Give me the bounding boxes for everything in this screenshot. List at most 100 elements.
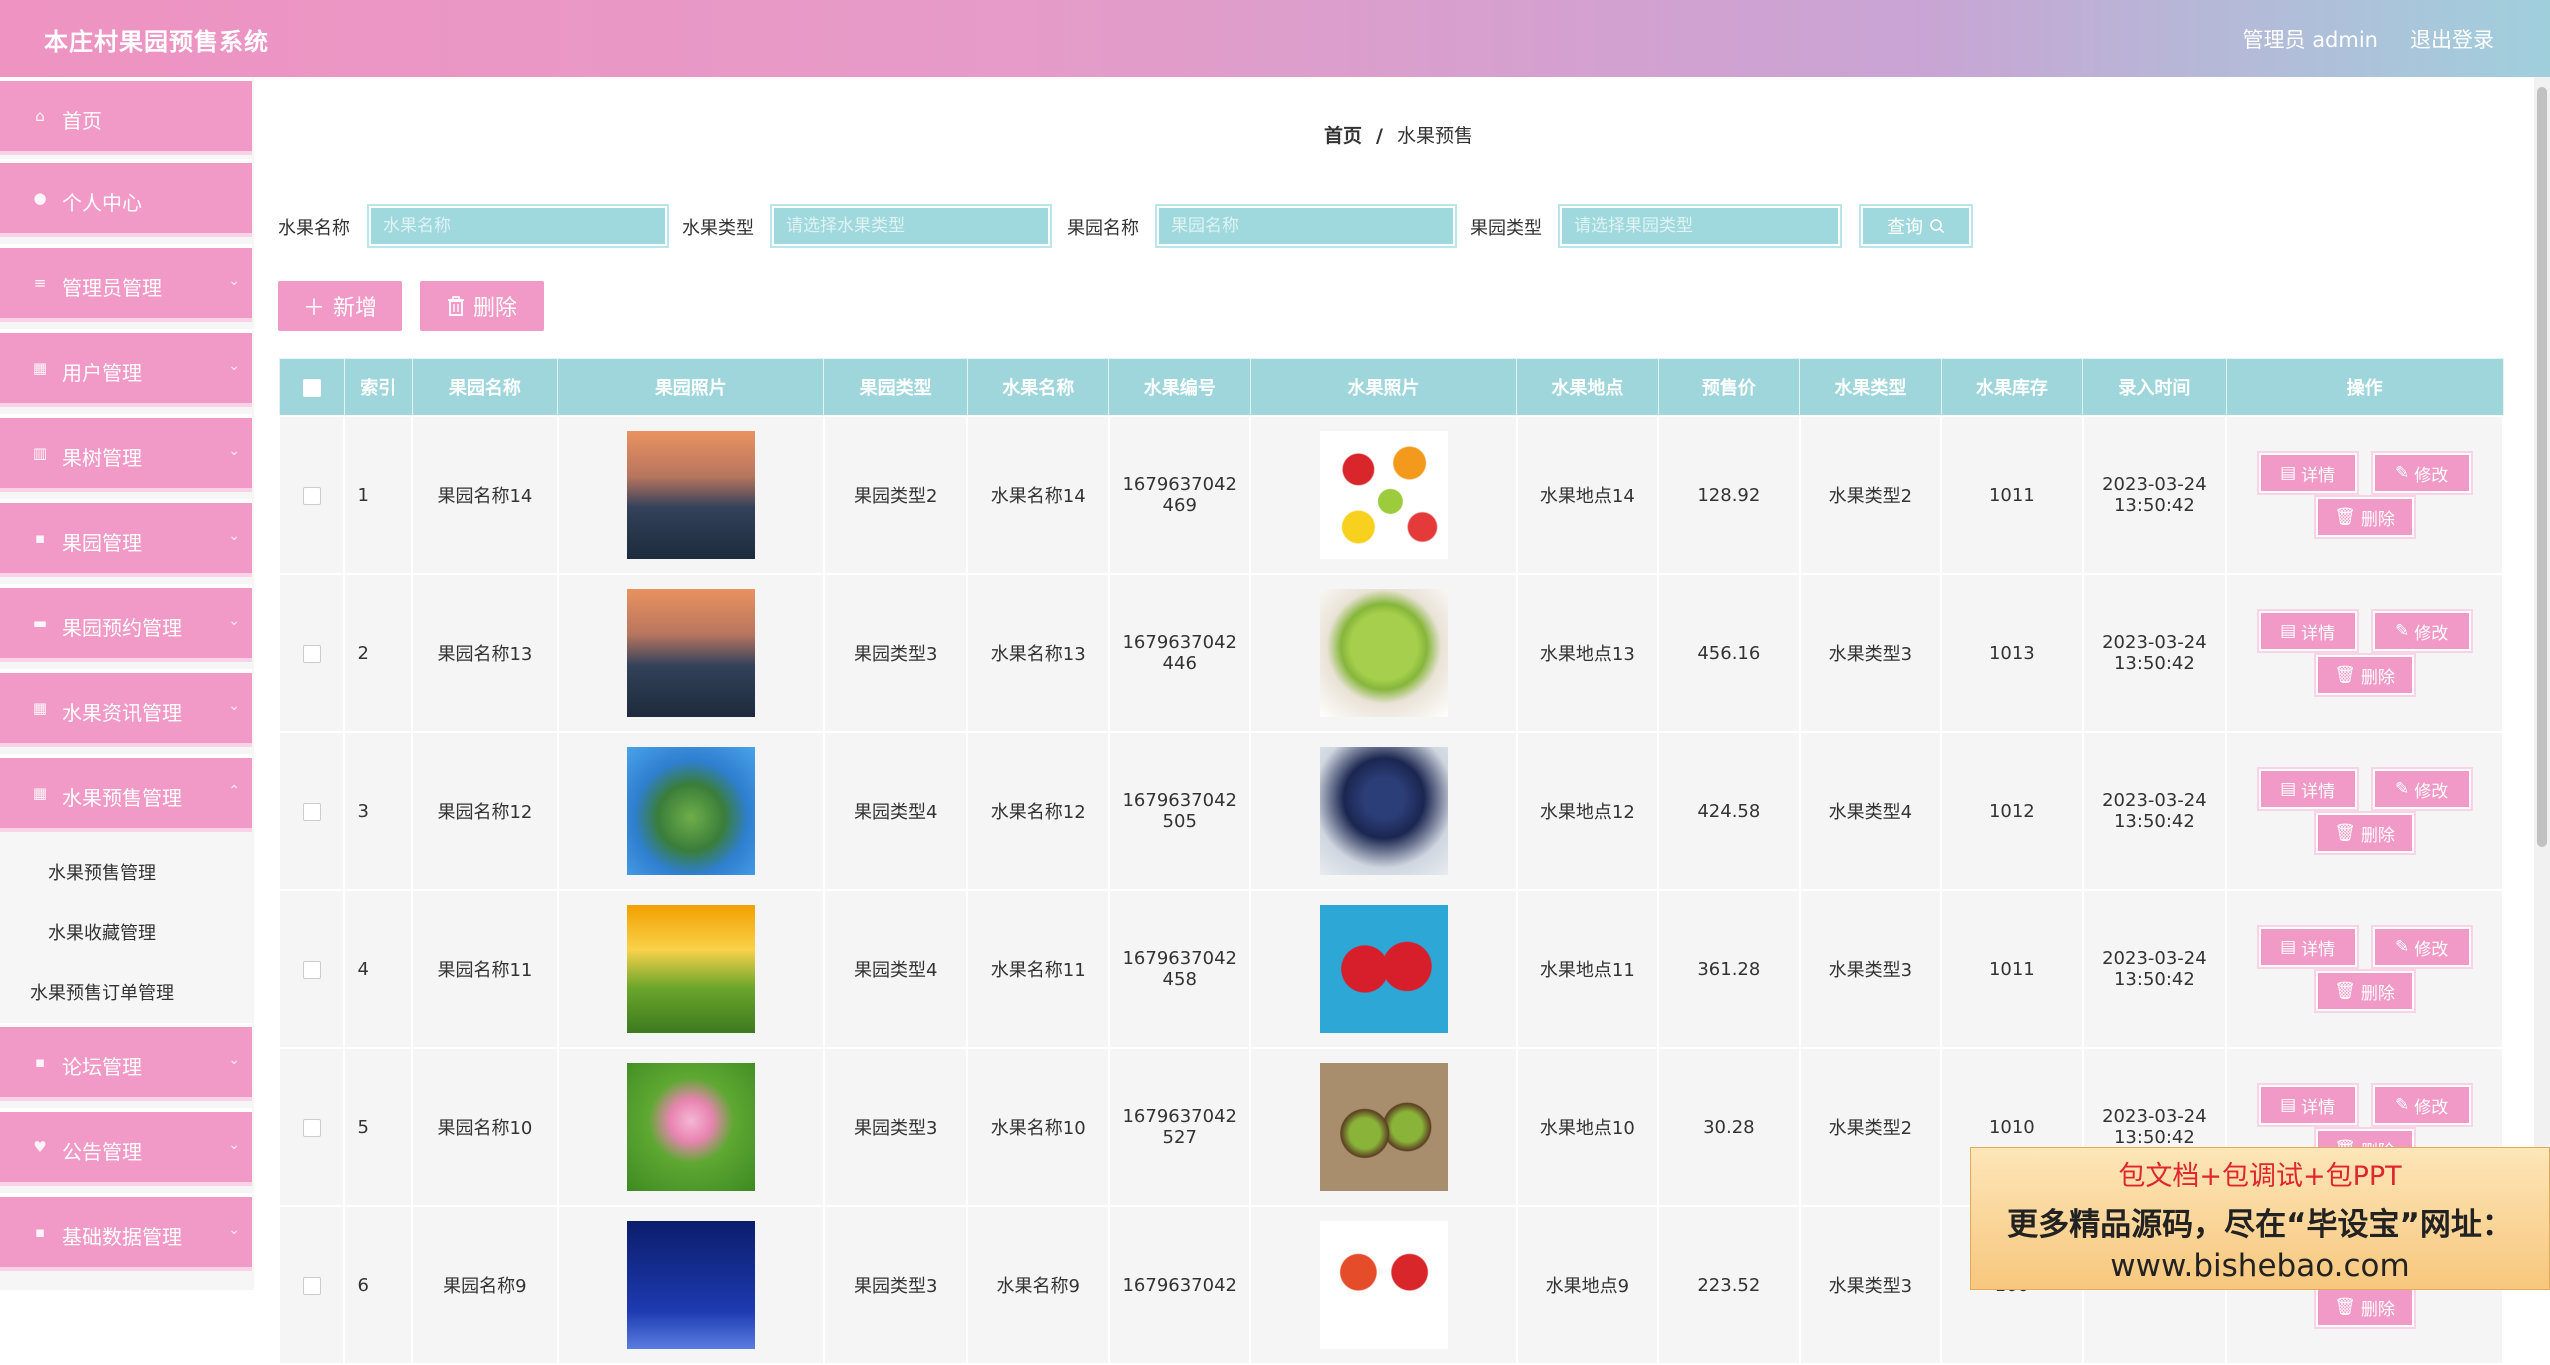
detail-label: 详情 bbox=[2301, 781, 2336, 802]
breadcrumb-home[interactable]: 首页 bbox=[1324, 125, 1362, 147]
orchard-name-cell: 果园名称9 bbox=[411, 1205, 559, 1365]
fruit-photo-cell bbox=[1249, 573, 1518, 733]
sidebar-item-admin-management[interactable]: ≡ 管理员管理 ⌄ bbox=[0, 244, 252, 322]
delete-button[interactable]: 🗑删除 bbox=[2313, 969, 2416, 1013]
fruit-name-input[interactable] bbox=[367, 204, 669, 248]
orchard-photo-cell bbox=[556, 573, 825, 733]
sidebar-item-forum[interactable]: ▪ 论坛管理 ⌄ bbox=[0, 1023, 252, 1101]
fruit-type-select[interactable] bbox=[770, 204, 1052, 248]
fruit-photo[interactable] bbox=[1319, 1221, 1448, 1349]
vertical-scrollbar[interactable] bbox=[2534, 77, 2550, 1290]
detail-button[interactable]: ▤详情 bbox=[2256, 451, 2359, 495]
edit-button[interactable]: ✎修改 bbox=[2370, 1083, 2473, 1127]
orchard-photo[interactable] bbox=[626, 905, 755, 1033]
detail-button[interactable]: ▤详情 bbox=[2256, 609, 2359, 653]
grid-icon: ▦ bbox=[32, 784, 48, 802]
orchard-name-input[interactable] bbox=[1155, 204, 1457, 248]
fruit-photo[interactable] bbox=[1319, 747, 1448, 875]
query-button[interactable]: 查询 bbox=[1859, 204, 1973, 248]
row-checkbox[interactable] bbox=[302, 486, 321, 505]
sidebar-item-label: 首页 bbox=[62, 109, 102, 133]
detail-label: 详情 bbox=[2301, 939, 2336, 960]
row-checkbox[interactable] bbox=[302, 1276, 321, 1295]
row-checkbox[interactable] bbox=[302, 802, 321, 821]
row-select-cell[interactable] bbox=[277, 573, 346, 733]
fruit-code-cell: 1679637042 446 bbox=[1107, 573, 1252, 733]
orchard-photo-cell bbox=[556, 889, 825, 1049]
row-checkbox[interactable] bbox=[302, 1118, 321, 1137]
entry-time: 13:50:42 bbox=[2113, 495, 2195, 516]
fruit-code-line2: 446 bbox=[1162, 653, 1197, 674]
orchard-photo[interactable] bbox=[626, 1221, 755, 1349]
delete-button[interactable]: 🗑删除 bbox=[2313, 653, 2416, 697]
delete-button[interactable]: 🗑删除 bbox=[2313, 811, 2416, 855]
fruit-type-cell: 水果类型4 bbox=[1798, 731, 1943, 891]
delete-button[interactable]: 🗑删除 bbox=[2313, 1285, 2416, 1329]
detail-button[interactable]: ▤详情 bbox=[2256, 925, 2359, 969]
apps-icon: ▪ bbox=[34, 529, 46, 547]
row-checkbox[interactable] bbox=[302, 960, 321, 979]
edit-button[interactable]: ✎修改 bbox=[2370, 609, 2473, 653]
entry-time: 13:50:42 bbox=[2113, 969, 2195, 990]
column-header: 水果库存 bbox=[1940, 358, 2084, 417]
orchard-type-cell: 果园类型3 bbox=[822, 573, 969, 733]
select-all-checkbox[interactable] bbox=[302, 378, 321, 397]
stock-cell: 1012 bbox=[1940, 731, 2084, 891]
row-select-cell[interactable] bbox=[277, 1205, 346, 1365]
sidebar-item-fruit-presale[interactable]: ▦ 水果预售管理 ⌃ bbox=[0, 754, 252, 832]
sidebar-item-orchard-booking[interactable]: ▬ 果园预约管理 ⌄ bbox=[0, 584, 252, 662]
sidebar-item-orchard-management[interactable]: ▪ 果园管理 ⌄ bbox=[0, 499, 252, 577]
column-header: 操作 bbox=[2225, 358, 2504, 417]
sub-item-presale-orders[interactable]: 水果预售订单管理 bbox=[30, 979, 174, 1005]
orchard-photo[interactable] bbox=[626, 431, 755, 559]
edit-button[interactable]: ✎修改 bbox=[2370, 925, 2473, 969]
fruit-photo[interactable] bbox=[1319, 431, 1448, 559]
sidebar-item-home[interactable]: ⌂ 首页 bbox=[0, 77, 252, 155]
edit-button[interactable]: ✎修改 bbox=[2370, 451, 2473, 495]
scrollbar-thumb[interactable] bbox=[2537, 87, 2547, 847]
row-checkbox[interactable] bbox=[302, 644, 321, 663]
fruit-code-line2: 505 bbox=[1162, 811, 1197, 832]
orchard-type-cell: 果园类型4 bbox=[822, 731, 969, 891]
row-select-cell[interactable] bbox=[277, 731, 346, 891]
sidebar-item-user-management[interactable]: ▦ 用户管理 ⌄ bbox=[0, 329, 252, 407]
detail-button[interactable]: ▤详情 bbox=[2256, 767, 2359, 811]
operations-cell: ▤详情✎修改🗑删除 bbox=[2225, 731, 2504, 891]
fruit-photo[interactable] bbox=[1319, 905, 1448, 1033]
sidebar-item-basic-data[interactable]: ▪ 基础数据管理 ⌄ bbox=[0, 1193, 252, 1271]
batch-delete-button[interactable]: 删除 bbox=[420, 281, 544, 331]
orchard-name-cell: 果园名称14 bbox=[411, 415, 559, 575]
trash-icon: 🗑 bbox=[2334, 507, 2356, 527]
sidebar-item-label: 水果预售管理 bbox=[62, 786, 182, 810]
fruit-code-line2: 458 bbox=[1162, 969, 1197, 990]
delete-button[interactable]: 🗑删除 bbox=[2313, 495, 2416, 539]
chevron-down-icon: ⌄ bbox=[228, 443, 240, 459]
trash-icon: 🗑 bbox=[2334, 981, 2356, 1001]
sidebar-item-fruit-tree-management[interactable]: ▥ 果树管理 ⌄ bbox=[0, 414, 252, 492]
fruit-code-line2: 527 bbox=[1162, 1127, 1197, 1148]
sidebar-item-announcement[interactable]: ♥ 公告管理 ⌄ bbox=[0, 1108, 252, 1186]
fruit-code-line1: 1679637042 bbox=[1122, 1274, 1237, 1296]
sub-item-fruit-favorites[interactable]: 水果收藏管理 bbox=[48, 919, 156, 945]
orchard-type-cell: 果园类型4 bbox=[822, 889, 969, 1049]
row-select-cell[interactable] bbox=[277, 889, 346, 1049]
detail-button[interactable]: ▤详情 bbox=[2256, 1083, 2359, 1127]
orchard-type-select[interactable] bbox=[1558, 204, 1842, 248]
grid-icon: ▦ bbox=[32, 359, 48, 377]
fruit-photo[interactable] bbox=[1319, 589, 1448, 717]
orchard-photo[interactable] bbox=[626, 1063, 755, 1191]
advertisement-banner[interactable]: 包文档+包调试+包PPT 更多精品源码，尽在“毕设宝”网址： www.bishe… bbox=[1970, 1147, 2550, 1290]
pencil-icon: ✎ bbox=[2394, 621, 2410, 641]
row-select-cell[interactable] bbox=[277, 1047, 346, 1207]
select-all-cell[interactable] bbox=[278, 358, 345, 417]
orchard-photo[interactable] bbox=[626, 747, 755, 875]
edit-button[interactable]: ✎修改 bbox=[2370, 767, 2473, 811]
fruit-photo[interactable] bbox=[1319, 1063, 1448, 1191]
sidebar-item-personal-center[interactable]: ● 个人中心 bbox=[0, 159, 252, 237]
row-select-cell[interactable] bbox=[277, 415, 346, 575]
sub-item-fruit-presale[interactable]: 水果预售管理 bbox=[48, 859, 156, 885]
add-button[interactable]: ＋ 新增 bbox=[278, 281, 402, 331]
logout-link[interactable]: 退出登录 bbox=[2410, 24, 2494, 54]
orchard-photo[interactable] bbox=[626, 589, 755, 717]
sidebar-item-fruit-news[interactable]: ▦ 水果资讯管理 ⌄ bbox=[0, 669, 252, 747]
